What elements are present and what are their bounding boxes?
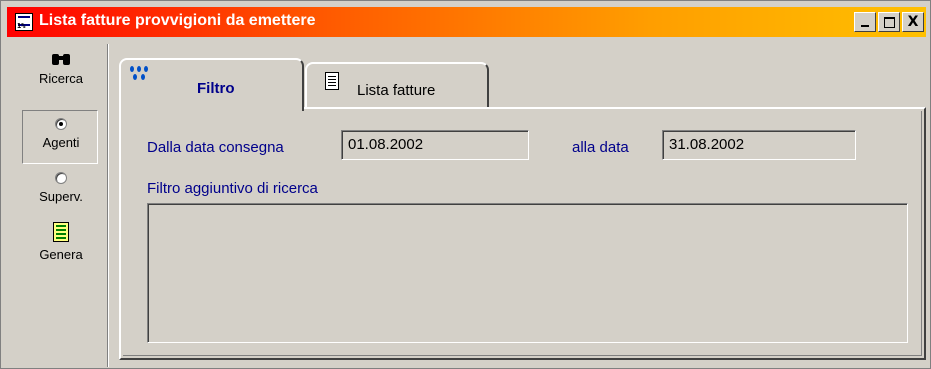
window-title: Lista fatture provvigioni da emettere — [39, 12, 316, 29]
document-icon — [325, 72, 339, 90]
sidebar-item-label: Superv. — [39, 189, 83, 204]
date-from-field[interactable]: 01.08.2002 — [341, 130, 529, 160]
sidebar-item-label: Ricerca — [38, 71, 84, 86]
date-to-field[interactable]: 31.08.2002 — [662, 130, 856, 160]
app-icon-text: 1% — [17, 22, 26, 30]
sidebar-item-label: Agenti — [42, 135, 80, 150]
window-controls: X — [854, 12, 924, 32]
main-area: Filtro Lista fatture Dalla data consegna… — [119, 58, 926, 360]
radio-unchecked-icon[interactable] — [55, 172, 67, 184]
tab-lista-fatture[interactable]: Lista fatture — [305, 62, 489, 107]
extra-filter-label: Filtro aggiuntivo di ricerca — [147, 180, 318, 197]
minimize-button[interactable] — [854, 12, 876, 32]
sidebar-item-ricerca[interactable]: Ricerca — [16, 52, 106, 86]
date-to-label: alla data — [572, 139, 629, 156]
date-from-label: Dalla data consegna — [147, 139, 284, 156]
radio-agenti[interactable]: Agenti — [16, 118, 106, 150]
maximize-button[interactable] — [878, 12, 900, 32]
app-icon[interactable]: 1% — [15, 13, 33, 31]
radio-checked-icon[interactable] — [55, 118, 67, 130]
tab-label: Filtro — [197, 80, 235, 97]
binoculars-icon — [52, 52, 70, 66]
filter-panel: Dalla data consegna 01.08.2002 alla data… — [119, 107, 926, 360]
filter-icon — [129, 66, 151, 86]
sidebar: Ricerca Agenti Superv. Genera — [16, 44, 109, 367]
sidebar-item-genera[interactable]: Genera — [16, 222, 106, 262]
tab-filtro[interactable]: Filtro — [119, 58, 304, 111]
radio-superv[interactable]: Superv. — [16, 172, 106, 204]
title-bar[interactable]: 1% Lista fatture provvigioni da emettere… — [7, 7, 926, 37]
close-button[interactable]: X — [902, 12, 924, 32]
app-window: 1% Lista fatture provvigioni da emettere… — [0, 0, 931, 369]
tab-label: Lista fatture — [357, 82, 436, 99]
sidebar-item-label: Genera — [39, 247, 83, 262]
extra-filter-textarea[interactable] — [147, 203, 908, 343]
generate-icon — [53, 222, 69, 242]
